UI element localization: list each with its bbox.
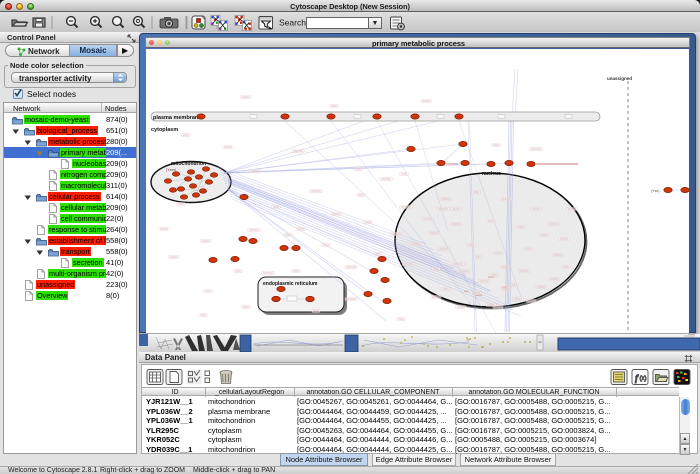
svg-text:(x): (x) [640,376,647,382]
svg-text:(Yxx): (Yxx) [651,189,659,193]
svg-text:mitochondrion: mitochondrion [171,161,206,167]
svg-text:endoplasmic reticulum: endoplasmic reticulum [263,281,318,287]
svg-text:xxx: xxx [464,289,469,293]
svg-text:cytoplasm: cytoplasm [151,127,178,133]
svg-text:unassigned: unassigned [607,76,632,81]
svg-text:(Yxxx): (Yxxx) [166,168,176,172]
svg-text:Search:: Search: [279,18,308,28]
svg-text:nucleus: nucleus [482,171,501,177]
svg-text:plasma membrane: plasma membrane [153,115,201,121]
